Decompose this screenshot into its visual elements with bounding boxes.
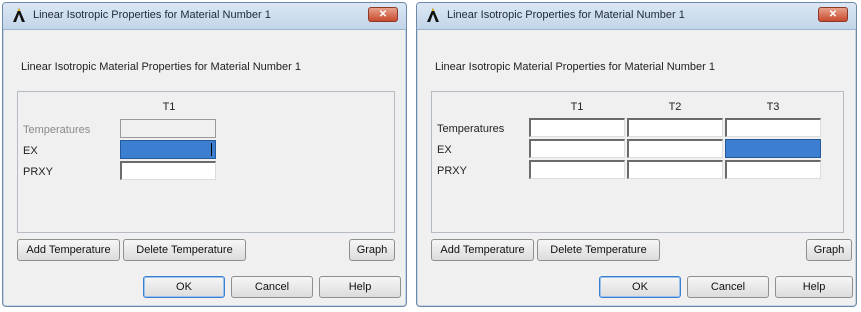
row-label-ex: EX: [437, 144, 452, 156]
window-title: Linear Isotropic Properties for Material…: [33, 9, 271, 21]
column-header-t3: T3: [766, 101, 780, 113]
ok-button[interactable]: OK: [599, 276, 681, 298]
close-button[interactable]: ✕: [368, 7, 398, 22]
cell-ex-t1[interactable]: [120, 140, 216, 159]
cell-temperatures-t1: [120, 119, 216, 138]
column-header-t1: T1: [162, 101, 176, 113]
dialog-heading: Linear Isotropic Material Properties for…: [21, 61, 302, 73]
cell-prxy-t1[interactable]: [529, 160, 625, 179]
ansys-logo-icon: [13, 8, 25, 22]
add-temperature-button[interactable]: Add Temperature: [17, 239, 120, 261]
row-label-prxy: PRXY: [23, 166, 53, 178]
close-icon: ✕: [828, 9, 838, 20]
column-header-t1: T1: [570, 101, 584, 113]
close-button[interactable]: ✕: [818, 7, 848, 22]
cell-ex-t2[interactable]: [627, 139, 723, 158]
window-title: Linear Isotropic Properties for Material…: [447, 9, 685, 21]
row-label-ex: EX: [23, 145, 38, 157]
cancel-button[interactable]: Cancel: [687, 276, 769, 298]
graph-button[interactable]: Graph: [806, 239, 852, 261]
column-header-t2: T2: [668, 101, 682, 113]
cancel-button[interactable]: Cancel: [231, 276, 313, 298]
cell-temperatures-t3[interactable]: [725, 118, 821, 137]
cell-temperatures-t2[interactable]: [627, 118, 723, 137]
cell-ex-t3[interactable]: [725, 139, 821, 158]
cell-temperatures-t1[interactable]: [529, 118, 625, 137]
cell-prxy-t3[interactable]: [725, 160, 821, 179]
row-label-prxy: PRXY: [437, 165, 467, 177]
cell-ex-t1[interactable]: [529, 139, 625, 158]
delete-temperature-button[interactable]: Delete Temperature: [123, 239, 246, 261]
title-bar[interactable]: Linear Isotropic Properties for Material…: [417, 3, 856, 30]
graph-button[interactable]: Graph: [349, 239, 395, 261]
delete-temperature-button[interactable]: Delete Temperature: [537, 239, 660, 261]
row-label-temperatures: Temperatures: [23, 124, 91, 136]
material-properties-dialog-1: Linear Isotropic Properties for Material…: [2, 2, 407, 307]
close-icon: ✕: [378, 9, 388, 20]
cell-prxy-t2[interactable]: [627, 160, 723, 179]
ok-button[interactable]: OK: [143, 276, 225, 298]
title-bar[interactable]: Linear Isotropic Properties for Material…: [3, 3, 406, 30]
help-button[interactable]: Help: [319, 276, 401, 298]
help-button[interactable]: Help: [775, 276, 853, 298]
ansys-logo-icon: [427, 8, 439, 22]
cell-prxy-t1[interactable]: [120, 161, 216, 180]
row-label-temperatures: Temperatures: [437, 123, 505, 135]
add-temperature-button[interactable]: Add Temperature: [431, 239, 534, 261]
material-properties-dialog-2: Linear Isotropic Properties for Material…: [416, 2, 857, 307]
dialog-heading: Linear Isotropic Material Properties for…: [435, 61, 716, 73]
